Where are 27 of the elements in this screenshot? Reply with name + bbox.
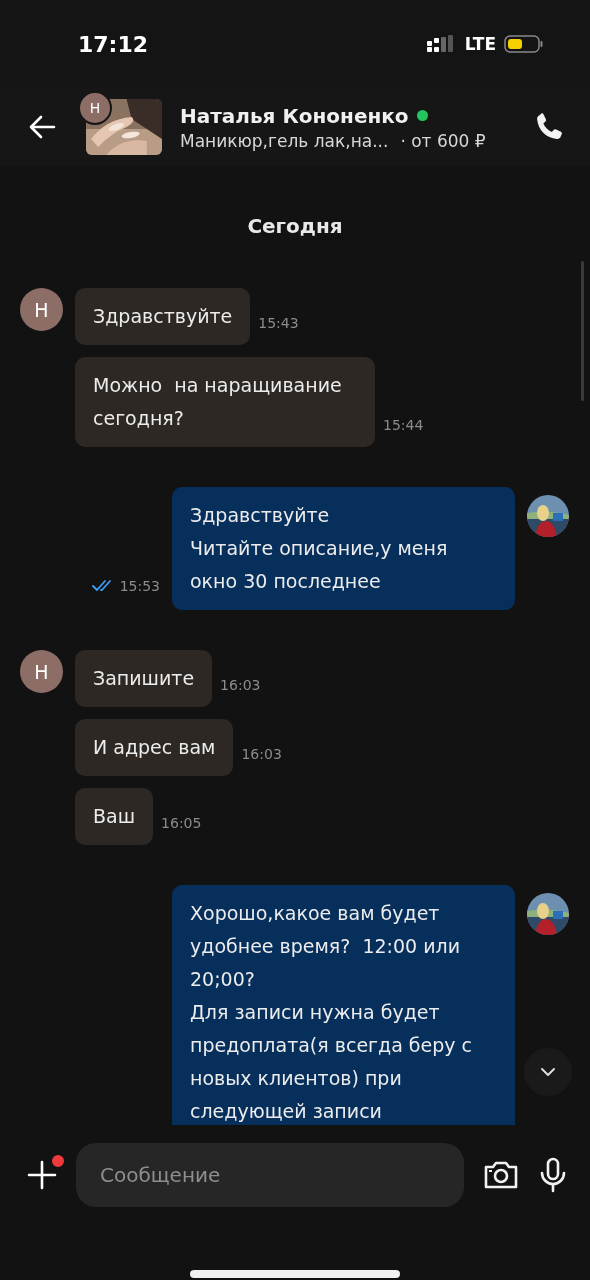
sender-avatar: Н xyxy=(20,288,63,331)
contact-avatar: Н xyxy=(78,91,112,125)
message-time: 15:53 xyxy=(119,578,160,594)
message-bubble: И адрес вам xyxy=(75,719,234,776)
message-bubble: Здравствуйте xyxy=(75,288,251,345)
message-bubble: Здравствуйте Читайте описание,у меня окно 30 последнее xyxy=(172,487,515,610)
message-time: 16:03 xyxy=(241,746,282,764)
contact-name: Наталья Кононенко xyxy=(180,103,409,128)
attach-button[interactable] xyxy=(26,1159,58,1191)
microphone-icon[interactable] xyxy=(538,1157,568,1193)
message-time: 15:43 xyxy=(258,315,299,333)
scrollbar[interactable] xyxy=(581,261,584,401)
message-input[interactable]: Сообщение xyxy=(76,1143,464,1207)
message-time: 15:44 xyxy=(383,417,424,435)
price: · от 600 ₽ xyxy=(400,130,486,151)
sender-avatar: Н xyxy=(20,650,63,693)
message-bubble: Можно на наращивание сегодня? xyxy=(75,357,375,447)
clock: 17:12 xyxy=(78,31,150,57)
message-bubble: Хорошо,какое вам будет удобнее время? 12:00 или 20;00? Для записи нужна будет предоплата(я всегда беру с новых клиентов) при следующей записи xyxy=(172,885,515,1125)
message-time: 16:03 xyxy=(220,677,261,695)
message-bubble: Запишите xyxy=(75,650,213,707)
message-time: 16:05 xyxy=(161,815,202,833)
date-separator: Сегодня xyxy=(247,214,343,238)
service-name: Маникюр,гель лак,на... xyxy=(180,130,389,151)
network-type: LTE xyxy=(464,34,496,54)
message-bubble: Ваш xyxy=(75,788,154,845)
battery-icon xyxy=(504,34,544,54)
